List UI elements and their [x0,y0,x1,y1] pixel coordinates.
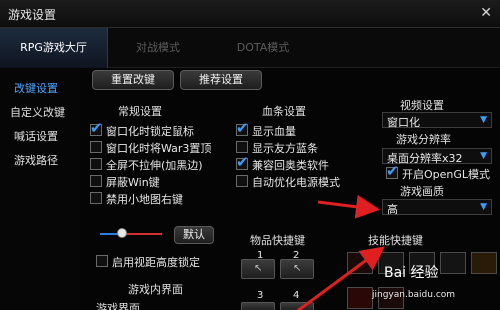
arrow-to-quality [317,194,380,219]
baidu-watermark: Bai 经验 [384,265,439,281]
watermark-url: jingyan.baidu.com [372,290,456,300]
arrow-to-skills [296,246,385,310]
